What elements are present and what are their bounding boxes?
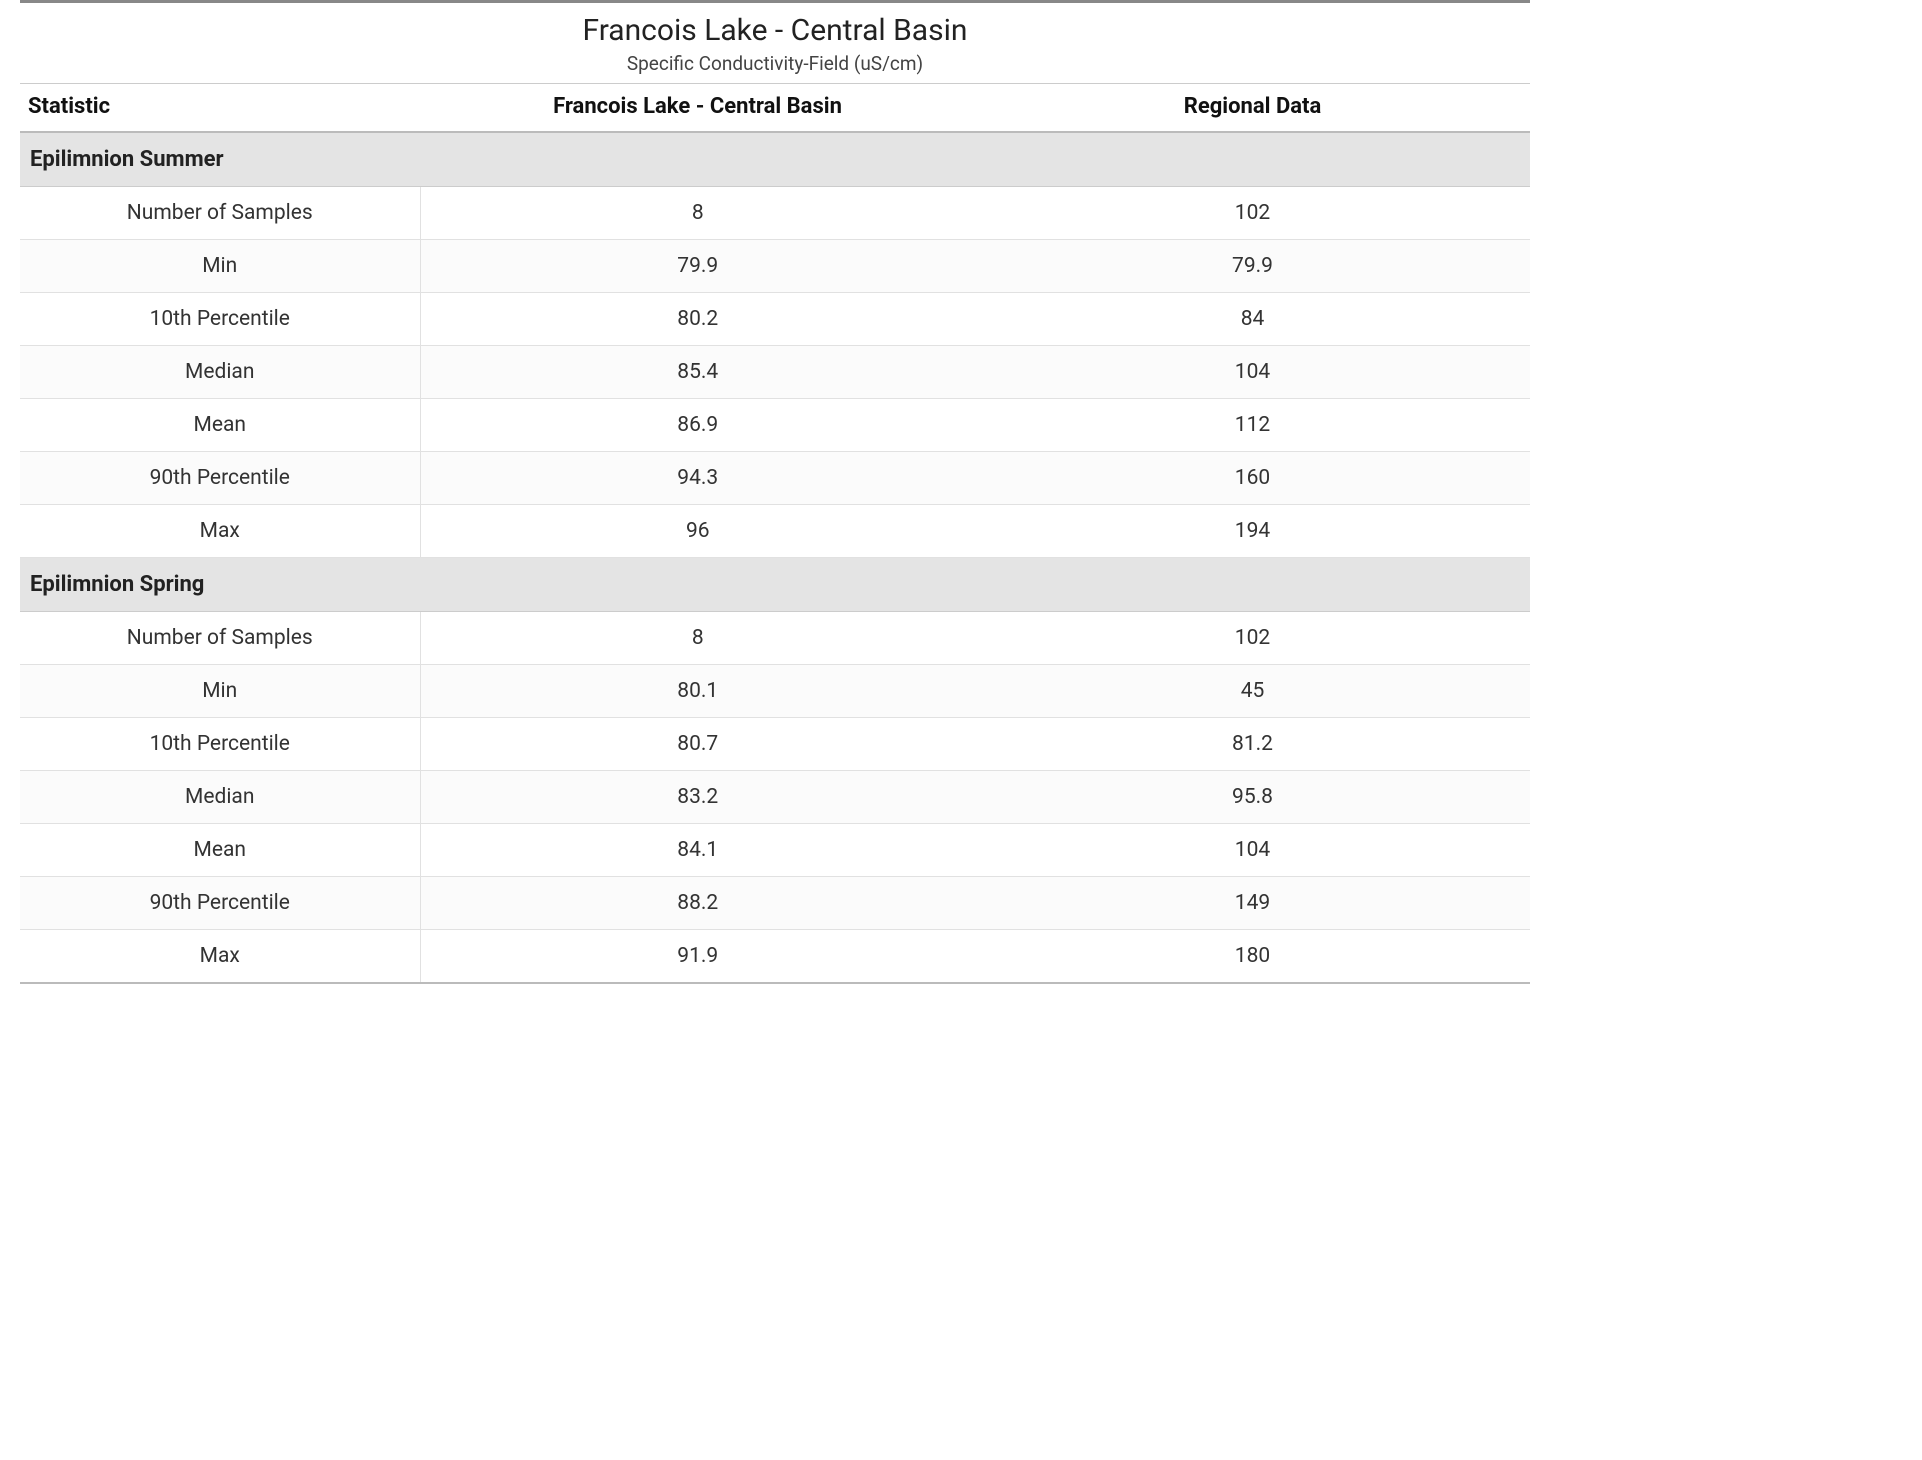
region-value: 102 — [975, 612, 1530, 665]
stat-name: Median — [20, 346, 420, 399]
section-header-row: Epilimnion Summer — [20, 132, 1530, 187]
region-value: 149 — [975, 877, 1530, 930]
table-row: Min 79.9 79.9 — [20, 240, 1530, 293]
site-value: 86.9 — [420, 399, 975, 452]
table-title-block: Francois Lake - Central Basin Specific C… — [20, 3, 1530, 84]
site-value: 80.2 — [420, 293, 975, 346]
col-header-region: Regional Data — [975, 84, 1530, 132]
stat-name: 90th Percentile — [20, 452, 420, 505]
region-value: 84 — [975, 293, 1530, 346]
col-header-site: Francois Lake - Central Basin — [420, 84, 975, 132]
section-header-row: Epilimnion Spring — [20, 558, 1530, 612]
table-row: Number of Samples 8 102 — [20, 612, 1530, 665]
section-header: Epilimnion Summer — [20, 132, 1530, 187]
stat-name: Median — [20, 771, 420, 824]
region-value: 79.9 — [975, 240, 1530, 293]
table-body: Epilimnion Summer Number of Samples 8 10… — [20, 132, 1530, 983]
table-row: 10th Percentile 80.7 81.2 — [20, 718, 1530, 771]
region-value: 102 — [975, 187, 1530, 240]
site-value: 94.3 — [420, 452, 975, 505]
table-row: Median 85.4 104 — [20, 346, 1530, 399]
stat-name: Max — [20, 505, 420, 558]
stat-name: Min — [20, 665, 420, 718]
region-value: 180 — [975, 930, 1530, 984]
table-row: Number of Samples 8 102 — [20, 187, 1530, 240]
table-subtitle: Specific Conductivity-Field (uS/cm) — [20, 52, 1530, 75]
region-value: 95.8 — [975, 771, 1530, 824]
table-row: 90th Percentile 88.2 149 — [20, 877, 1530, 930]
stat-name: Max — [20, 930, 420, 984]
site-value: 83.2 — [420, 771, 975, 824]
stat-name: 10th Percentile — [20, 293, 420, 346]
table-row: 90th Percentile 94.3 160 — [20, 452, 1530, 505]
table-title: Francois Lake - Central Basin — [20, 13, 1530, 48]
stat-name: Mean — [20, 399, 420, 452]
table-row: Max 91.9 180 — [20, 930, 1530, 984]
region-value: 194 — [975, 505, 1530, 558]
site-value: 85.4 — [420, 346, 975, 399]
table-row: Min 80.1 45 — [20, 665, 1530, 718]
stat-name: Mean — [20, 824, 420, 877]
table-row: 10th Percentile 80.2 84 — [20, 293, 1530, 346]
region-value: 81.2 — [975, 718, 1530, 771]
stats-table-container: Francois Lake - Central Basin Specific C… — [20, 0, 1530, 984]
table-header-row: Statistic Francois Lake - Central Basin … — [20, 84, 1530, 132]
table-row: Mean 86.9 112 — [20, 399, 1530, 452]
region-value: 160 — [975, 452, 1530, 505]
stats-table: Statistic Francois Lake - Central Basin … — [20, 84, 1530, 984]
stat-name: 10th Percentile — [20, 718, 420, 771]
table-row: Max 96 194 — [20, 505, 1530, 558]
stat-name: 90th Percentile — [20, 877, 420, 930]
site-value: 84.1 — [420, 824, 975, 877]
site-value: 79.9 — [420, 240, 975, 293]
site-value: 80.7 — [420, 718, 975, 771]
site-value: 91.9 — [420, 930, 975, 984]
site-value: 8 — [420, 187, 975, 240]
region-value: 104 — [975, 824, 1530, 877]
stat-name: Number of Samples — [20, 612, 420, 665]
col-header-statistic: Statistic — [20, 84, 420, 132]
region-value: 104 — [975, 346, 1530, 399]
stat-name: Min — [20, 240, 420, 293]
region-value: 112 — [975, 399, 1530, 452]
stat-name: Number of Samples — [20, 187, 420, 240]
section-header: Epilimnion Spring — [20, 558, 1530, 612]
site-value: 96 — [420, 505, 975, 558]
region-value: 45 — [975, 665, 1530, 718]
table-row: Median 83.2 95.8 — [20, 771, 1530, 824]
site-value: 88.2 — [420, 877, 975, 930]
table-row: Mean 84.1 104 — [20, 824, 1530, 877]
site-value: 80.1 — [420, 665, 975, 718]
site-value: 8 — [420, 612, 975, 665]
